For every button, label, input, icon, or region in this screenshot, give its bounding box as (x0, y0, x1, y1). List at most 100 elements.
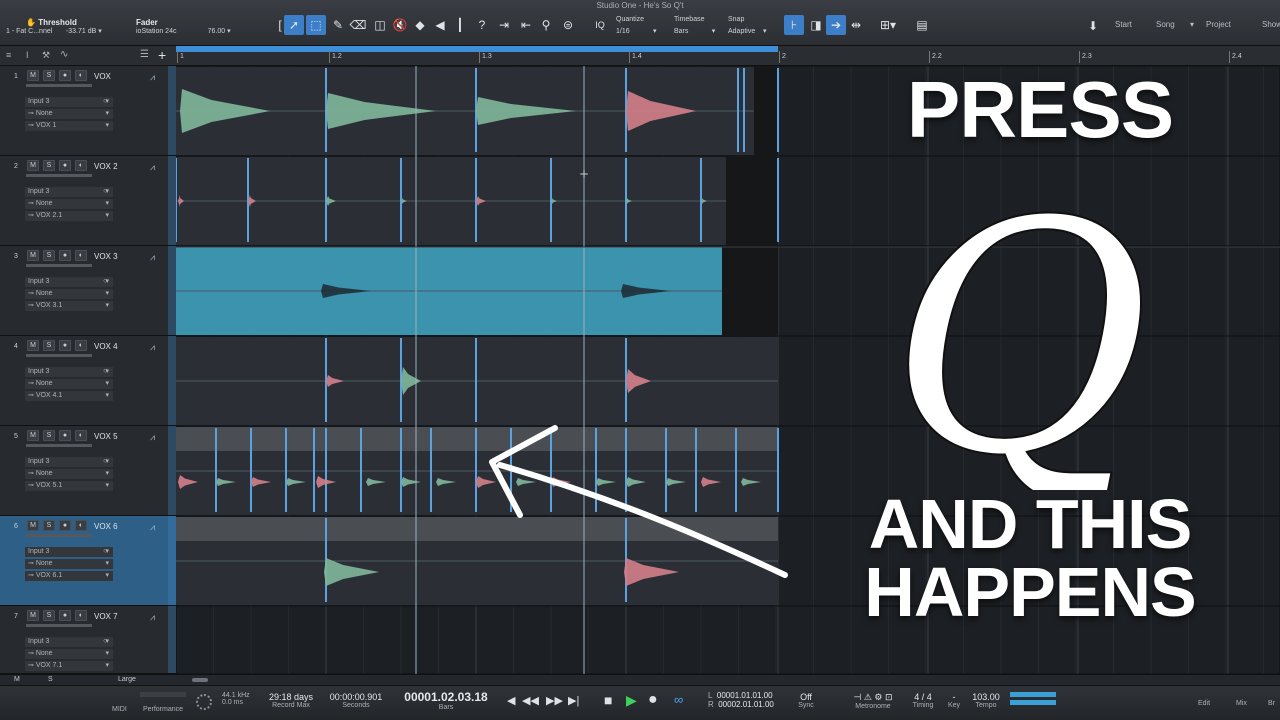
mute-tool-icon[interactable]: 🔇 (390, 15, 410, 35)
track-header[interactable]: 5 M S ● ◐ VOX 5 ⩘ Input 3 ▾ ⊸ None ▾ ⊸ VOX 5.1 ▾ ○ (0, 426, 176, 516)
sync-toggle[interactable]: Off Sync (794, 692, 818, 709)
paint-tool-icon[interactable]: ◫ (370, 15, 390, 35)
solo-button[interactable]: S (43, 70, 55, 81)
track-name[interactable]: VOX (94, 72, 111, 81)
record-arm-button[interactable]: ● (59, 70, 71, 81)
record-arm-button[interactable]: ● (59, 160, 71, 171)
nav-show[interactable]: Show (1262, 20, 1280, 29)
send-select[interactable]: ⊸ None ▾ (25, 289, 113, 299)
track-name[interactable]: VOX 3 (94, 252, 118, 261)
input-select[interactable]: Input 3 ▾ (25, 277, 113, 287)
follow-icon[interactable]: ➔ (826, 15, 846, 35)
output-select[interactable]: ⊸ VOX 2.1 ▾ (25, 211, 113, 221)
record-icon[interactable]: ● (648, 691, 658, 709)
timing-display[interactable]: 4 / 4 Timing (908, 692, 938, 709)
download-icon[interactable]: ⬇ (1082, 15, 1104, 37)
key-display[interactable]: - Key (944, 692, 964, 709)
send-select[interactable]: ⊸ None ▾ (25, 559, 113, 569)
track-name[interactable]: VOX 7 (94, 612, 118, 621)
browse-tab[interactable]: Br (1268, 700, 1275, 707)
track-header[interactable]: 4 M S ● ◐ VOX 4 ⩘ Input 3 ▾ ⊸ None ▾ ⊸ VOX 4.1 ▾ ○ (0, 336, 176, 426)
track-header[interactable]: 1 M S ● ◐ VOX ⩘ Input 3 ▾ ⊸ None ▾ ⊸ VOX 1 ▾ ○ (0, 66, 176, 156)
solo-button[interactable]: S (43, 160, 55, 171)
input-select[interactable]: Input 3 ▾ (25, 637, 113, 647)
autoscroll-icon[interactable]: ⇹ (846, 15, 866, 35)
waveform-icon[interactable]: ⩘ (150, 72, 155, 83)
record-arm-button[interactable]: ● (59, 520, 71, 531)
quantize-select[interactable]: Quantize 1/16 ▾ (616, 16, 656, 35)
save-icon[interactable]: ▤ (912, 15, 932, 35)
send-select[interactable]: ⊸ None ▾ (25, 199, 113, 209)
loop-icon[interactable]: ∞ (674, 692, 683, 707)
input-select[interactable]: Input 3 ▾ (25, 367, 113, 377)
output-select[interactable]: ⊸ VOX 6.1 ▾ (25, 571, 113, 581)
edit-tab[interactable]: Edit (1198, 700, 1210, 707)
transient-tool-icon[interactable]: ⇥ (494, 15, 514, 35)
split-tool-icon[interactable]: ◆ (410, 15, 430, 35)
mute-button[interactable]: M (27, 340, 39, 351)
mute-button[interactable]: M (27, 250, 39, 261)
help-icon[interactable]: ? (472, 15, 492, 35)
waveform-icon[interactable]: ⩘ (150, 252, 155, 263)
stop-icon[interactable]: ■ (604, 692, 612, 708)
send-select[interactable]: ⊸ None ▾ (25, 649, 113, 659)
output-select[interactable]: ⊸ VOX 5.1 ▾ (25, 481, 113, 491)
solo-button[interactable]: S (43, 250, 55, 261)
track-name[interactable]: VOX 4 (94, 342, 118, 351)
end-icon[interactable]: ▶| (568, 694, 579, 707)
mute-button[interactable]: M (27, 430, 39, 441)
track-name[interactable]: VOX 5 (94, 432, 118, 441)
track-volume-meter[interactable] (26, 624, 92, 627)
status-s[interactable]: S (48, 676, 53, 683)
timebase-select[interactable]: Timebase Bars ▾ (674, 16, 715, 35)
monitor-circle-icon[interactable]: ○ (103, 636, 108, 645)
nav-song[interactable]: Song (1156, 20, 1175, 29)
wrench-icon[interactable]: ⚒ (42, 50, 50, 61)
nav-start[interactable]: Start (1115, 20, 1132, 29)
rewind-icon[interactable]: ◀◀ (522, 694, 539, 707)
send-select[interactable]: ⊸ None ▾ (25, 469, 113, 479)
listen-tool-icon[interactable]: ◀ (430, 15, 450, 35)
waveform-icon[interactable]: ⩘ (150, 162, 155, 173)
send-select[interactable]: ⊸ None ▾ (25, 379, 113, 389)
loop-locators[interactable]: L 00001.01.01.00 R 00002.01.01.00 (708, 691, 774, 709)
track-volume-meter[interactable] (26, 264, 92, 267)
monitor-circle-icon[interactable]: ○ (103, 456, 108, 465)
loopslice-tool-icon[interactable]: ⊜ (558, 15, 578, 35)
record-arm-button[interactable]: ● (59, 340, 71, 351)
track-header[interactable]: 3 M S ● ◐ VOX 3 ⩘ Input 3 ▾ ⊸ None ▾ ⊸ VOX 3.1 ▾ ○ (0, 246, 176, 336)
track-volume-meter[interactable] (26, 354, 92, 357)
track-header[interactable]: 2 M S ● ◐ VOX 2 ⩘ Input 3 ▾ ⊸ None ▾ ⊸ VOX 2.1 ▾ ○ (0, 156, 176, 246)
track-volume-meter[interactable] (26, 534, 92, 537)
grid-layout-icon[interactable]: ⊞▾ (874, 15, 902, 35)
iq-button[interactable]: IQ (588, 15, 612, 35)
record-arm-button[interactable]: ● (59, 610, 71, 621)
monitor-circle-icon[interactable]: ○ (103, 276, 108, 285)
play-icon[interactable]: ▶ (626, 692, 637, 709)
track-size-select[interactable]: Large (118, 676, 136, 683)
snap-select[interactable]: Snap Adaptive ▾ (728, 16, 767, 35)
monitor-button[interactable]: ◐ (75, 520, 87, 531)
send-select[interactable]: ⊸ None ▾ (25, 109, 113, 119)
scroll-thumb[interactable] (192, 678, 208, 682)
loop-range-bar[interactable] (176, 46, 778, 52)
monitor-button[interactable]: ◐ (75, 430, 87, 441)
output-select[interactable]: ⊸ VOX 3.1 ▾ (25, 301, 113, 311)
snap-grid-icon[interactable]: ⊦ (784, 15, 804, 35)
arrow-tool-icon[interactable]: ➚ (284, 15, 304, 35)
record-arm-button[interactable]: ● (59, 250, 71, 261)
automation-icon[interactable]: ∿ (60, 49, 68, 60)
mix-tab[interactable]: Mix (1236, 700, 1247, 707)
loop-tool-icon[interactable]: ⇤ (516, 15, 536, 35)
bend-tool-icon[interactable]: ┃ (450, 15, 470, 35)
input-select[interactable]: Input 3 ▾ (25, 187, 113, 197)
threshold-readout[interactable]: ✋ Threshold 1 - Fat C...nnel -33.71 dB ▾ (6, 18, 102, 35)
mute-button[interactable]: M (27, 160, 39, 171)
track-name[interactable]: VOX 2 (94, 162, 118, 171)
range-tool-icon[interactable]: ⬚ (306, 15, 326, 35)
status-scrollbar[interactable]: M S Large (0, 674, 1280, 685)
nav-project[interactable]: Project (1206, 20, 1231, 29)
monitor-button[interactable]: ◐ (75, 610, 87, 621)
waveform-icon[interactable]: ⩘ (150, 432, 155, 443)
forward-icon[interactable]: ▶▶ (546, 694, 563, 707)
